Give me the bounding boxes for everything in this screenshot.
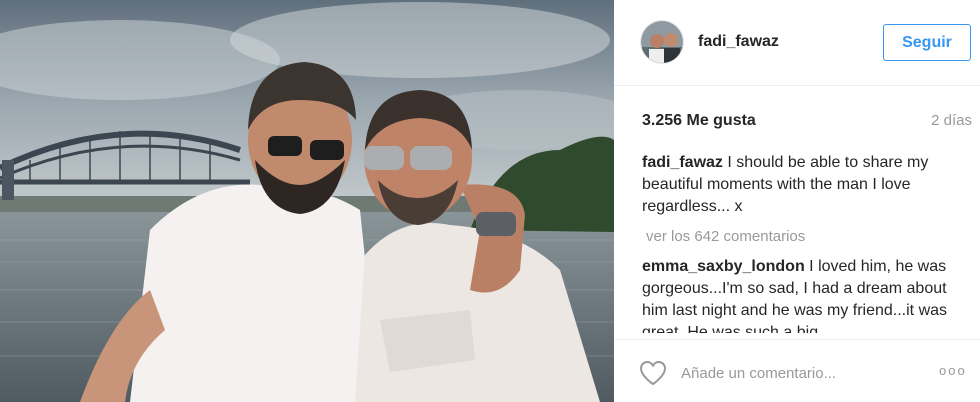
likes-count[interactable]: 3.256 Me gusta	[642, 112, 756, 130]
view-all-comments-link[interactable]: ver los 642 comentarios	[646, 226, 972, 248]
more-options-icon[interactable]: ooo	[939, 364, 971, 378]
post-author-username[interactable]: fadi_fawaz	[698, 33, 779, 51]
avatar-image	[641, 21, 683, 63]
photo-illustration	[0, 0, 614, 402]
comment-username[interactable]: emma_saxby_london	[642, 258, 805, 275]
post-timestamp[interactable]: 2 días	[931, 112, 972, 129]
post-side-panel: fadi_fawaz Seguir 3.256 Me gusta 2 días …	[614, 0, 980, 402]
likes-row: 3.256 Me gusta 2 días	[642, 112, 972, 134]
follow-button[interactable]: Seguir	[883, 24, 971, 61]
comment-bar: ooo	[614, 339, 980, 402]
caption: fadi_fawaz I should be able to share my …	[642, 152, 972, 218]
caption-username[interactable]: fadi_fawaz	[642, 154, 723, 171]
heart-outline-icon[interactable]	[639, 360, 667, 386]
post-header: fadi_fawaz Seguir	[614, 0, 980, 86]
add-comment-input[interactable]	[681, 362, 911, 384]
avatar[interactable]	[640, 20, 684, 64]
post-photo	[0, 0, 614, 402]
list-item: emma_saxby_london I loved him, he was go…	[642, 256, 972, 333]
comments-section: fadi_fawaz I should be able to share my …	[642, 152, 972, 333]
